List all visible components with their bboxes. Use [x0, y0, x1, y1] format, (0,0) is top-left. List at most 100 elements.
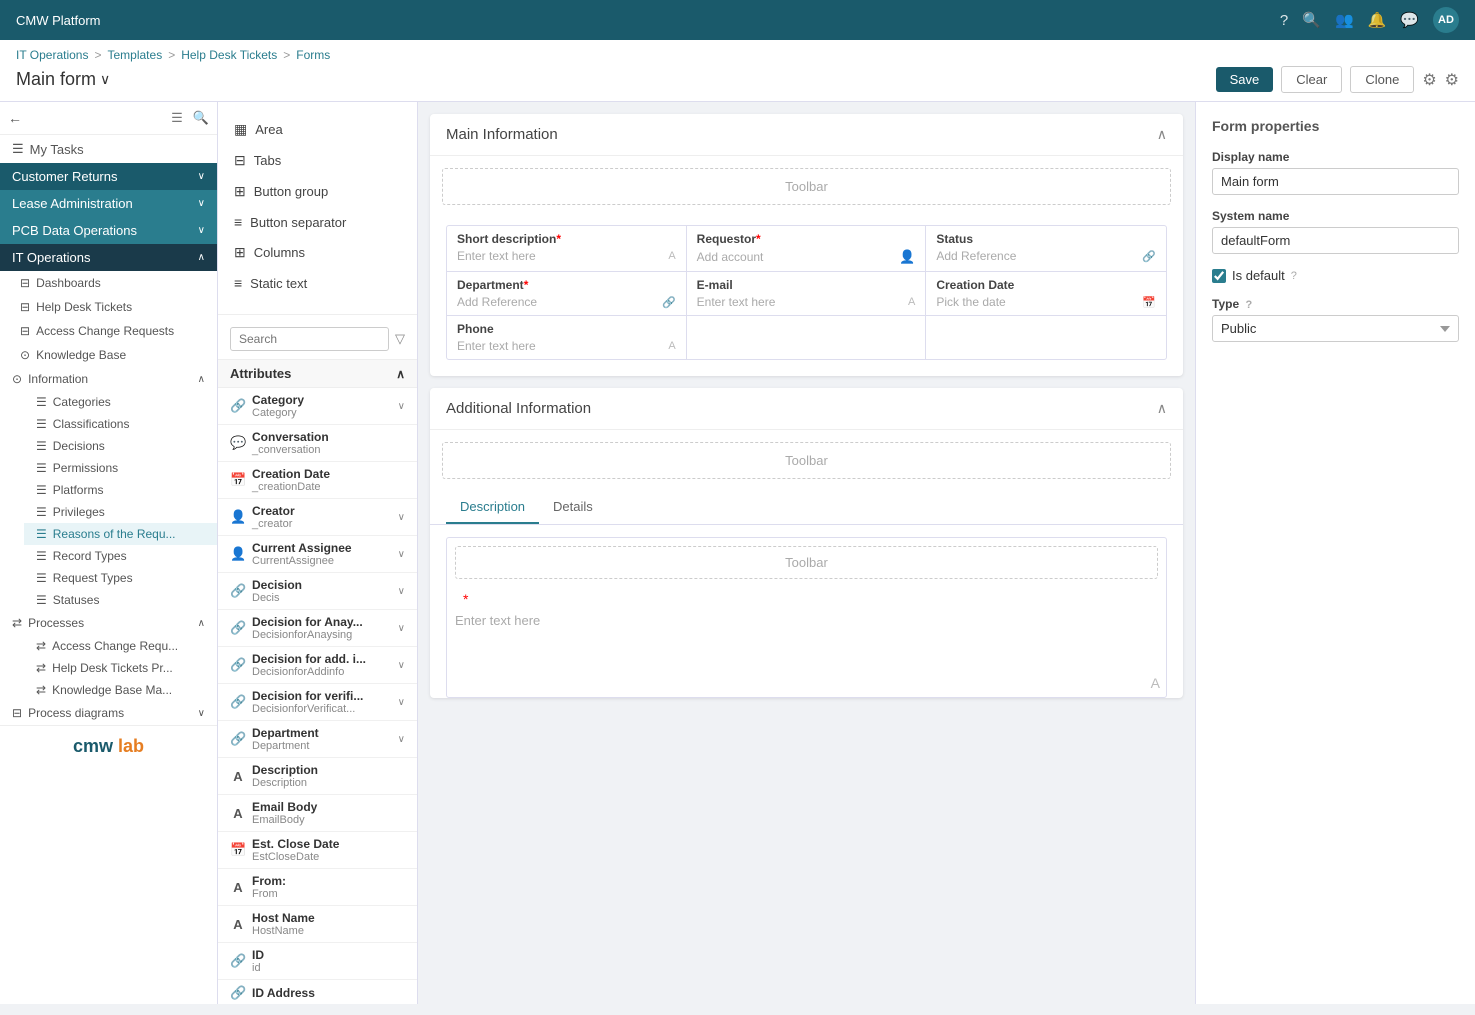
palette-attrs-list: 🔗 Category Category ∨ 💬 Conversation _co… [218, 388, 417, 1004]
attr-decision-add[interactable]: 🔗 Decision for add. i... DecisionforAddi… [218, 647, 417, 684]
topbar-icons: ? 🔍 👥 🔔 💬 AD [1280, 7, 1459, 33]
sidebar-group-pcb[interactable]: PCB Data Operations ∨ [0, 217, 217, 244]
access-icon: ⊟ [20, 324, 30, 338]
help-icon[interactable]: ? [1280, 12, 1288, 29]
bell-icon[interactable]: 🔔 [1368, 11, 1387, 29]
sidebar-item-decisions[interactable]: ☰Decisions [24, 435, 217, 457]
sidebar-item-record-types[interactable]: ☰Record Types [24, 545, 217, 567]
my-tasks-item[interactable]: ☰ My Tasks [0, 135, 217, 163]
sidebar-item-dashboards[interactable]: ⊟ Dashboards [0, 271, 217, 295]
sidebar-item-platforms[interactable]: ☰Platforms [24, 479, 217, 501]
sidebar-item-helpdesk-proc[interactable]: ⇄Help Desk Tickets Pr... [24, 657, 217, 679]
user-avatar[interactable]: AD [1433, 7, 1459, 33]
attr-est-close[interactable]: 📅 Est. Close Date EstCloseDate [218, 832, 417, 869]
attr-department[interactable]: 🔗 Department Department ∨ [218, 721, 417, 758]
attr-current-assignee[interactable]: 👤 Current Assignee CurrentAssignee ∨ [218, 536, 417, 573]
sidebar-item-reasons[interactable]: ☰Reasons of the Requ... [24, 523, 217, 545]
breadcrumb-helpdesk[interactable]: Help Desk Tickets [181, 48, 277, 62]
sidebar-item-classifications[interactable]: ☰Classifications [24, 413, 217, 435]
users-icon[interactable]: 👥 [1335, 11, 1354, 29]
attr-from[interactable]: A From: From [218, 869, 417, 906]
main-info-collapse[interactable]: ∧ [1157, 126, 1167, 143]
search-input[interactable] [230, 327, 389, 351]
sidebar-item-knowledge-proc[interactable]: ⇄Knowledge Base Ma... [24, 679, 217, 701]
assignee-chevron[interactable]: ∨ [398, 549, 405, 560]
sidebar-group-it-ops-label: IT Operations [12, 250, 91, 265]
sidebar-item-access[interactable]: ⊟ Access Change Requests [0, 319, 217, 343]
sidebar-group-processes[interactable]: ⇄ Processes ∧ [0, 611, 217, 635]
sidebar-item-categories[interactable]: ☰Categories [24, 391, 217, 413]
sidebar-item-access-proc[interactable]: ⇄Access Change Requ... [24, 635, 217, 657]
attr-hostname[interactable]: A Host Name HostName [218, 906, 417, 943]
tab-details[interactable]: Details [539, 491, 607, 524]
attr-decision-anay[interactable]: 🔗 Decision for Anay... DecisionforAnaysi… [218, 610, 417, 647]
attr-category[interactable]: 🔗 Category Category ∨ [218, 388, 417, 425]
sidebar-search-icon[interactable]: 🔍 [193, 110, 209, 126]
filter-icon[interactable]: ▽ [395, 331, 405, 347]
status-label: Status [936, 232, 973, 246]
header-row: Main form ∨ Save Clear Clone ⚙ ⚙ [16, 66, 1459, 101]
palette-columns[interactable]: ⊞ Columns [218, 237, 417, 268]
attr-id[interactable]: 🔗 ID id [218, 943, 417, 980]
palette-button-sep[interactable]: ≡ Button separator [218, 207, 417, 237]
system-name-input[interactable] [1212, 227, 1459, 254]
desc-input[interactable]: Enter text here A [447, 607, 1166, 697]
sidebar-item-permissions[interactable]: ☰Permissions [24, 457, 217, 479]
sidebar-item-knowledge[interactable]: ⊙ Knowledge Base [0, 343, 217, 367]
category-chevron[interactable]: ∨ [398, 401, 405, 412]
attr-decision[interactable]: 🔗 Decision Decis ∨ [218, 573, 417, 610]
attr-id-address[interactable]: 🔗 ID Address [218, 980, 417, 1004]
email-value: Enter text here [697, 295, 776, 309]
save-button[interactable]: Save [1216, 67, 1274, 92]
palette-button-group[interactable]: ⊞ Button group [218, 176, 417, 207]
attr-creator[interactable]: 👤 Creator _creator ∨ [218, 499, 417, 536]
sidebar-list-icon[interactable]: ☰ [171, 110, 183, 126]
palette-tabs[interactable]: ⊟ Tabs [218, 145, 417, 176]
knowledge-icon: ⊙ [20, 348, 30, 362]
tab-description[interactable]: Description [446, 491, 539, 524]
attr-creation-date[interactable]: 📅 Creation Date _creationDate [218, 462, 417, 499]
sidebar-item-statuses[interactable]: ☰Statuses [24, 589, 217, 611]
sidebar-group-it-ops[interactable]: IT Operations ∧ [0, 244, 217, 271]
sidebar-item-helpdesk[interactable]: ⊟ Help Desk Tickets [0, 295, 217, 319]
sidebar-group-information[interactable]: ⊙ Information ∧ [0, 367, 217, 391]
sidebar-group-customer-returns[interactable]: Customer Returns ∨ [0, 163, 217, 190]
palette-area[interactable]: ▦ Area [218, 114, 417, 145]
sidebar-group-lease-admin[interactable]: Lease Administration ∨ [0, 190, 217, 217]
is-default-checkbox[interactable] [1212, 269, 1226, 283]
breadcrumb-it-ops[interactable]: IT Operations [16, 48, 88, 62]
short-desc-icon: A [668, 250, 675, 262]
static-text-icon: ≡ [234, 275, 242, 291]
breadcrumb-forms[interactable]: Forms [296, 48, 330, 62]
additional-info-collapse[interactable]: ∧ [1157, 400, 1167, 417]
palette-search-bar: ▽ [218, 319, 417, 360]
sidebar-item-privileges[interactable]: ☰Privileges [24, 501, 217, 523]
attr-description[interactable]: A Description Description [218, 758, 417, 795]
sidebar-item-process-diagrams[interactable]: ⊟ Process diagrams ∨ [0, 701, 217, 725]
options-icon[interactable]: ⚙ [1445, 70, 1459, 90]
sidebar-back-icon[interactable]: ← [8, 110, 22, 126]
breadcrumb-templates[interactable]: Templates [108, 48, 163, 62]
display-name-input[interactable] [1212, 168, 1459, 195]
attr-decision-verif[interactable]: 🔗 Decision for verifi... DecisionforVeri… [218, 684, 417, 721]
clear-button[interactable]: Clear [1281, 66, 1342, 93]
decision-anay-chevron[interactable]: ∨ [398, 623, 405, 634]
decision-chevron[interactable]: ∨ [398, 586, 405, 597]
form-title-chevron[interactable]: ∨ [100, 71, 110, 88]
palette-static-text[interactable]: ≡ Static text [218, 268, 417, 298]
attrs-collapse-icon[interactable]: ∧ [396, 367, 405, 381]
type-select[interactable]: Public Private [1212, 315, 1459, 342]
decision-verif-chevron[interactable]: ∨ [398, 697, 405, 708]
search-icon[interactable]: 🔍 [1302, 11, 1321, 29]
sidebar-item-request-types[interactable]: ☰Request Types [24, 567, 217, 589]
decision-add-chevron[interactable]: ∨ [398, 660, 405, 671]
clone-button[interactable]: Clone [1350, 66, 1414, 93]
attr-email-body[interactable]: A Email Body EmailBody [218, 795, 417, 832]
message-icon[interactable]: 💬 [1400, 11, 1419, 29]
is-default-label: Is default [1232, 268, 1285, 283]
department-chevron[interactable]: ∨ [398, 734, 405, 745]
creator-chevron[interactable]: ∨ [398, 512, 405, 523]
knowledge-label: Knowledge Base [36, 348, 126, 362]
attr-conversation[interactable]: 💬 Conversation _conversation [218, 425, 417, 462]
settings-icon[interactable]: ⚙ [1422, 70, 1436, 90]
